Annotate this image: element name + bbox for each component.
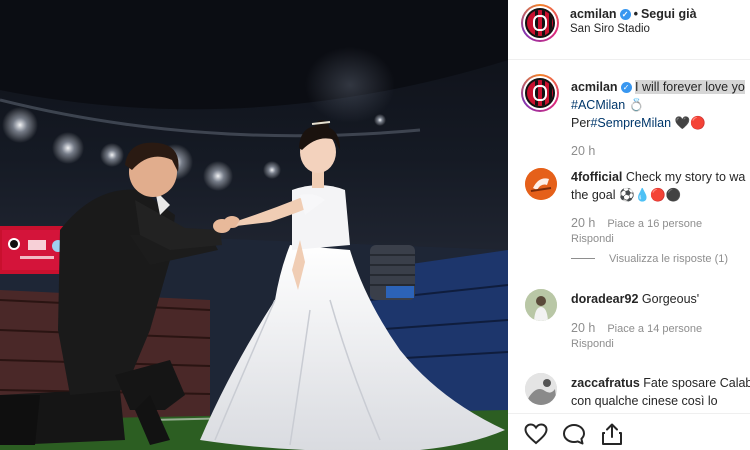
user-photo-icon bbox=[525, 373, 557, 405]
location-link[interactable]: San Siro Stadio bbox=[570, 23, 650, 35]
comment-body-2: the goal ⚽💧🔴⚫ bbox=[571, 188, 682, 202]
comment-body: Fate sposare Calab bbox=[643, 376, 750, 390]
comment-text: 4fofficial Check my story to wa the goal… bbox=[571, 168, 750, 204]
comment-likes[interactable]: Piace a 14 persone bbox=[607, 323, 702, 335]
caption-time[interactable]: 20 h bbox=[571, 144, 595, 158]
hashtag-sempremilan[interactable]: #SempreMilan bbox=[590, 116, 671, 130]
post-side-panel: acmilan ✓ • Segui già San Siro Stadio acmil… bbox=[508, 0, 750, 450]
comment-likes[interactable]: Piace a 16 persone bbox=[607, 218, 702, 230]
floodlight-icon bbox=[2, 107, 38, 143]
profile-avatar[interactable] bbox=[521, 4, 559, 42]
comment-text: zaccafratus Fate sposare Calab con qualc… bbox=[571, 374, 750, 410]
user-photo-icon bbox=[525, 289, 557, 321]
username-link[interactable]: acmilan bbox=[570, 7, 617, 21]
view-replies-label: Visualizza le risposte (1) bbox=[609, 253, 729, 265]
comment-username[interactable]: zaccafratus bbox=[571, 376, 640, 390]
caption-text: acmilan ✓ I will forever love yo #ACMilan… bbox=[571, 78, 750, 132]
comment-body: Gorgeous' bbox=[641, 292, 700, 306]
share-icon[interactable] bbox=[600, 423, 624, 445]
hashtag-acmilan[interactable]: #ACMilan bbox=[571, 98, 625, 112]
acmilan-logo-icon bbox=[525, 8, 555, 38]
heart-icon[interactable] bbox=[524, 423, 548, 445]
comment-avatar[interactable] bbox=[525, 289, 557, 321]
acmilan-logo-icon bbox=[525, 78, 555, 108]
comment-avatar[interactable] bbox=[525, 373, 557, 405]
post-header-user: acmilan ✓ • Segui già bbox=[570, 7, 697, 21]
caption-prefix: Per bbox=[571, 116, 591, 130]
comment-avatar[interactable] bbox=[525, 168, 557, 200]
stadium-scene bbox=[0, 0, 508, 450]
comment-time[interactable]: 20 h bbox=[571, 216, 595, 230]
post-photo[interactable] bbox=[0, 0, 508, 450]
comments-list[interactable]: acmilan ✓ I will forever love yo #ACMilan… bbox=[508, 61, 750, 411]
comment-username[interactable]: doradear92 bbox=[571, 292, 638, 306]
separator-dot: • bbox=[633, 7, 638, 21]
verified-badge-icon: ✓ bbox=[619, 9, 631, 20]
caption-avatar[interactable] bbox=[521, 74, 559, 112]
follow-button[interactable]: Segui già bbox=[641, 7, 697, 21]
verified-badge-icon: ✓ bbox=[620, 82, 632, 93]
comment-text: doradear92 Gorgeous' bbox=[571, 290, 750, 308]
comment-meta: 20 h Piace a 14 persone bbox=[571, 321, 702, 335]
comment-time[interactable]: 20 h bbox=[571, 321, 595, 335]
caption-suffix: 🖤🔴 bbox=[674, 116, 706, 130]
comment-meta: 20 h Piace a 16 persone bbox=[571, 216, 702, 230]
comment-body-2: con qualche cinese così lo bbox=[571, 394, 718, 408]
comment-username[interactable]: 4fofficial bbox=[571, 170, 622, 184]
comment-body: Check my story to wa bbox=[625, 170, 746, 184]
4fofficial-logo-icon bbox=[525, 168, 557, 200]
reply-button[interactable]: Rispondi bbox=[571, 233, 614, 245]
caption-body: I will forever love yo bbox=[635, 80, 745, 94]
post-actions-bar bbox=[508, 413, 750, 450]
caption-meta: 20 h bbox=[571, 144, 607, 158]
view-replies-button[interactable]: Visualizza le risposte (1) bbox=[571, 253, 728, 265]
post-header: acmilan ✓ • Segui già San Siro Stadio bbox=[508, 0, 750, 60]
ring-emoji: 💍 bbox=[628, 98, 645, 112]
replies-divider bbox=[571, 258, 595, 259]
caption-username[interactable]: acmilan bbox=[571, 80, 618, 94]
comment-icon[interactable] bbox=[562, 423, 586, 445]
reply-button[interactable]: Rispondi bbox=[571, 338, 614, 350]
